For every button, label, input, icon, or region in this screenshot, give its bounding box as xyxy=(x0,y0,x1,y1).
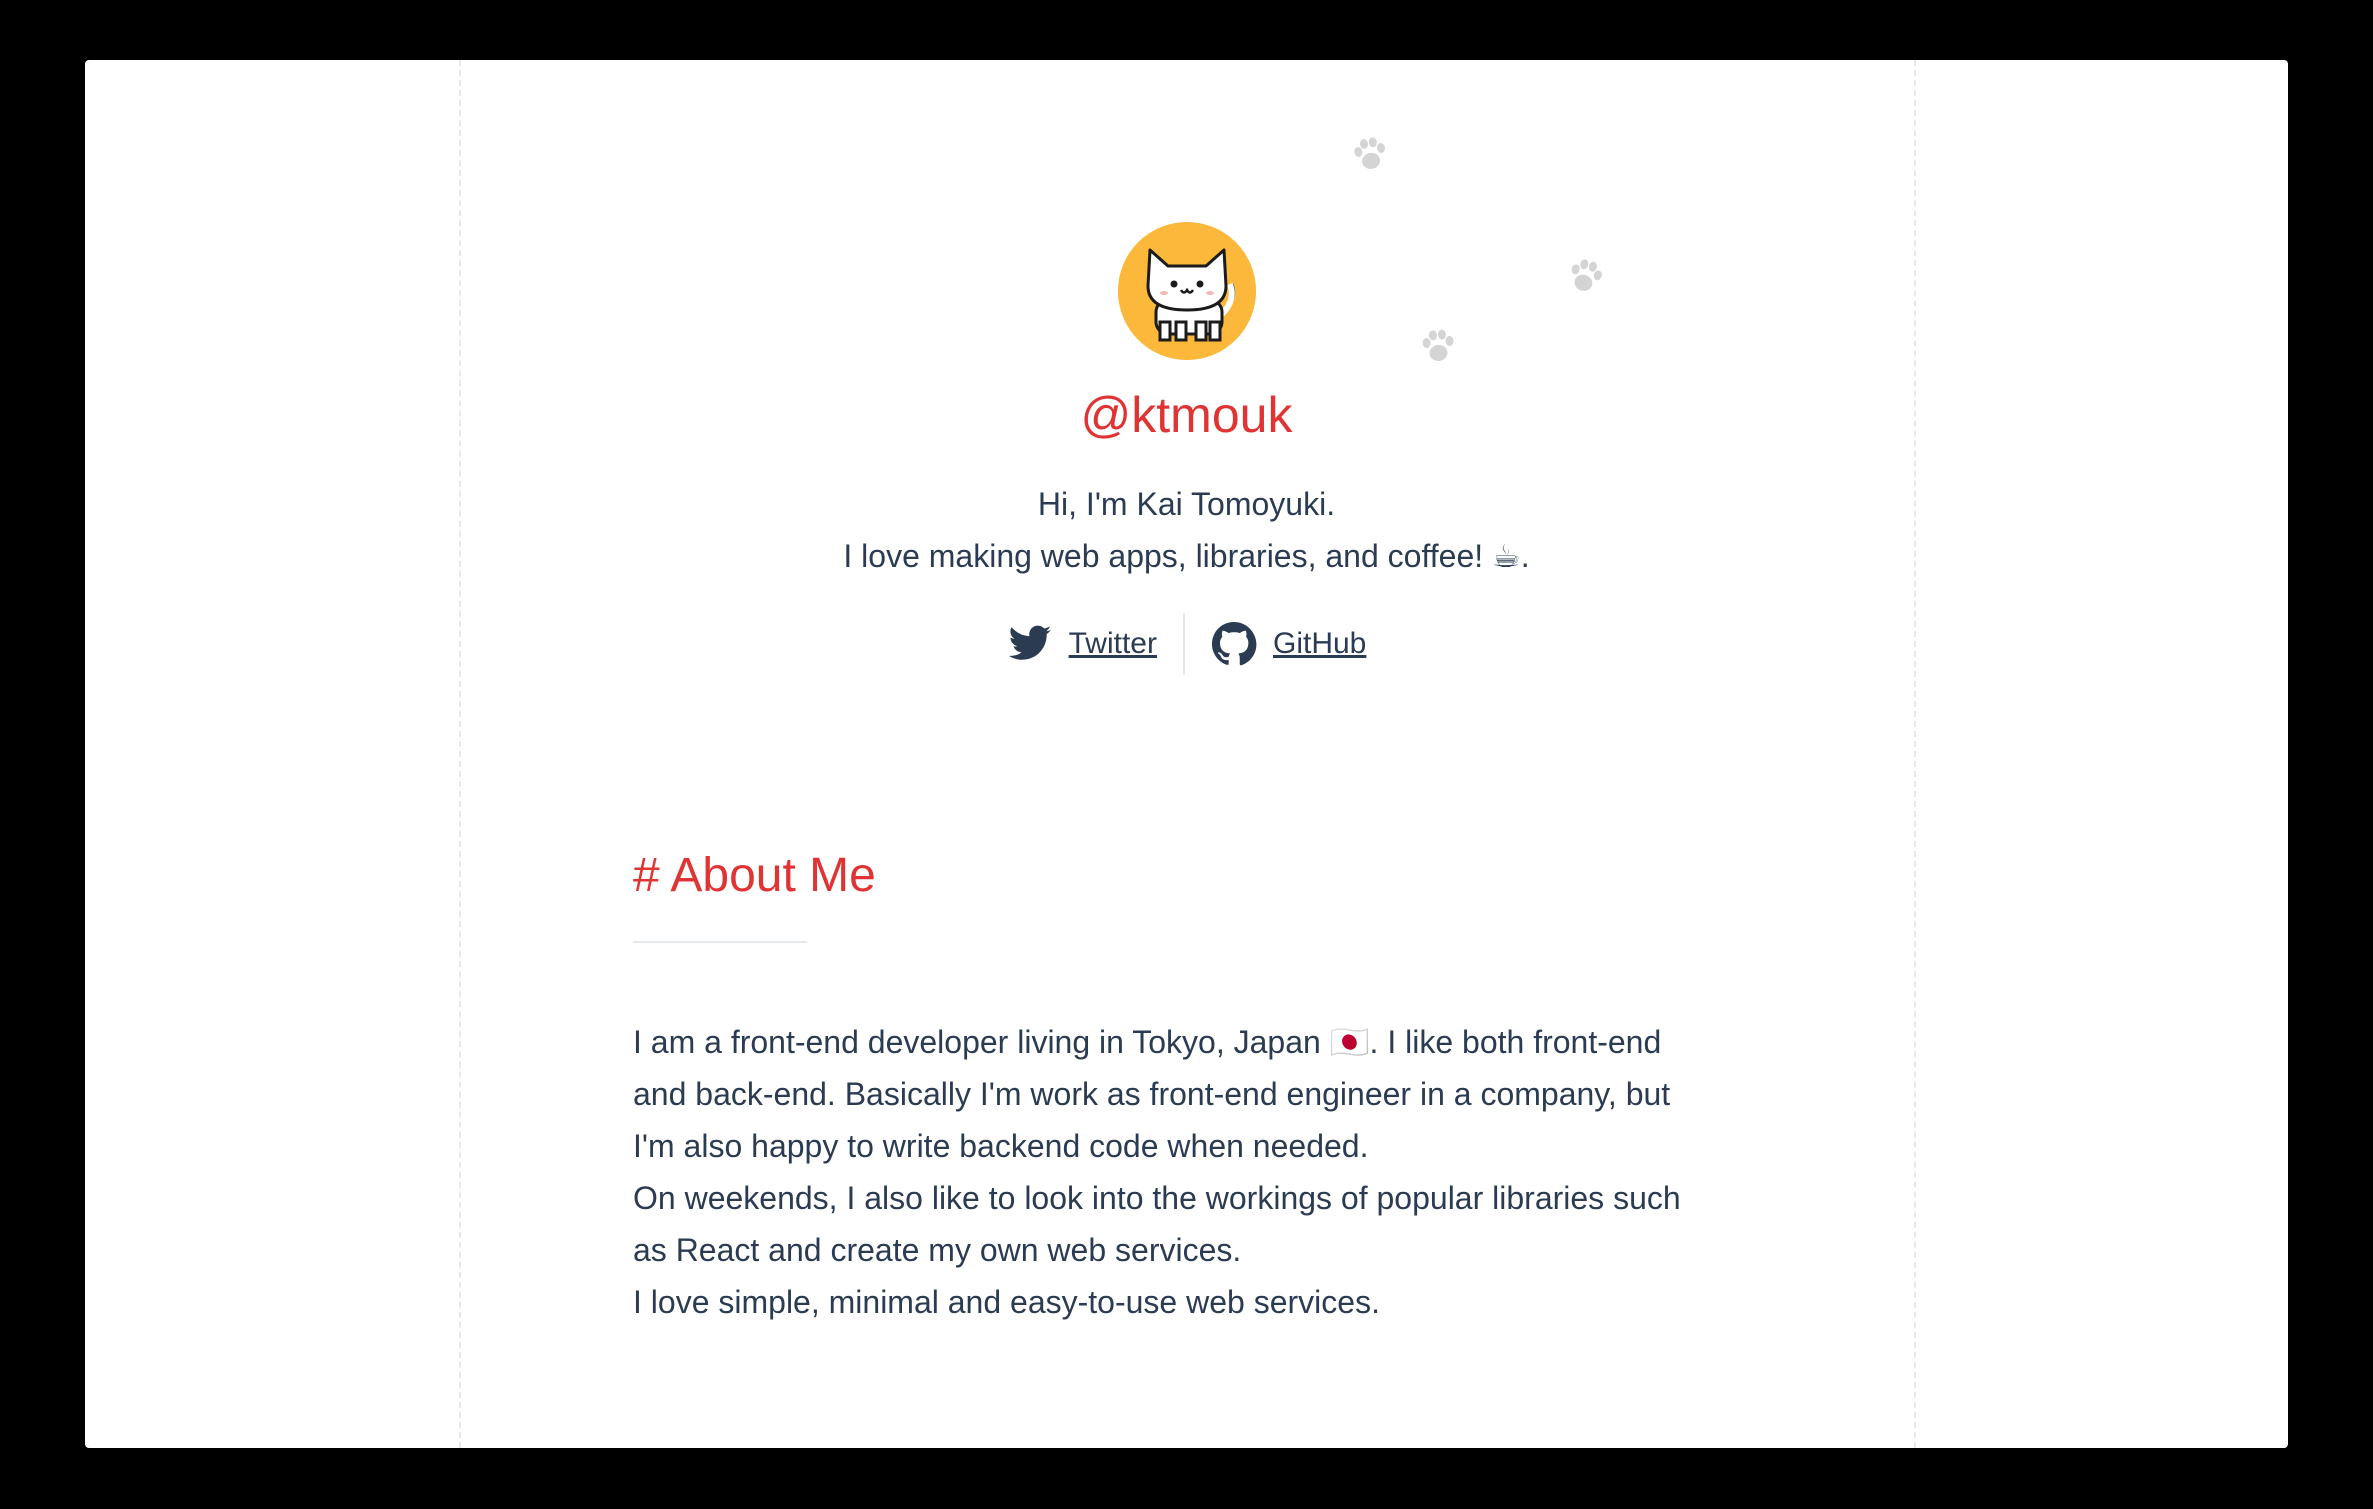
about-section-title: # About Me xyxy=(633,849,876,902)
social-links: Twitter GitHub xyxy=(85,612,2288,676)
github-link-label[interactable]: GitHub xyxy=(1273,627,1366,661)
white-cat-avatar xyxy=(1118,222,1256,360)
about-line: and back-end. Basically I'm work as fron… xyxy=(633,1076,1671,1112)
github-link[interactable]: GitHub xyxy=(1211,621,1366,667)
paw-print-icon xyxy=(1347,132,1393,178)
about-line: I'm also happy to write backend code whe… xyxy=(633,1128,1369,1164)
twitter-link[interactable]: Twitter xyxy=(1007,621,1157,667)
profile-handle: @ktmouk xyxy=(1080,387,1293,443)
twitter-bird-icon xyxy=(1007,621,1053,667)
about-line: On weekends, I also like to look into th… xyxy=(633,1180,1681,1216)
left-dashed-guide xyxy=(459,60,461,1448)
profile-bio: Hi, I'm Kai Tomoyuki. I love making web … xyxy=(85,478,2288,582)
avatar xyxy=(1118,222,1256,360)
about-line: I am a front-end developer living in Tok… xyxy=(633,1024,1662,1060)
social-divider xyxy=(1182,613,1185,675)
section-divider xyxy=(633,941,807,943)
right-dashed-guide xyxy=(1914,60,1916,1448)
twitter-link-label[interactable]: Twitter xyxy=(1069,627,1157,661)
github-octocat-icon xyxy=(1211,621,1257,667)
bio-line: Hi, I'm Kai Tomoyuki. xyxy=(1037,486,1336,522)
paw-print-icon xyxy=(1561,253,1610,302)
bio-line: I love making web apps, libraries, and c… xyxy=(843,538,1530,574)
about-line: as React and create my own web services. xyxy=(633,1232,1242,1268)
about-line: I love simple, minimal and easy-to-use w… xyxy=(633,1284,1380,1320)
browser-window: @ktmouk Hi, I'm Kai Tomoyuki. I love mak… xyxy=(85,60,2288,1448)
paw-print-icon xyxy=(1416,325,1459,368)
about-text: I am a front-end developer living in Tok… xyxy=(633,1016,1773,1328)
